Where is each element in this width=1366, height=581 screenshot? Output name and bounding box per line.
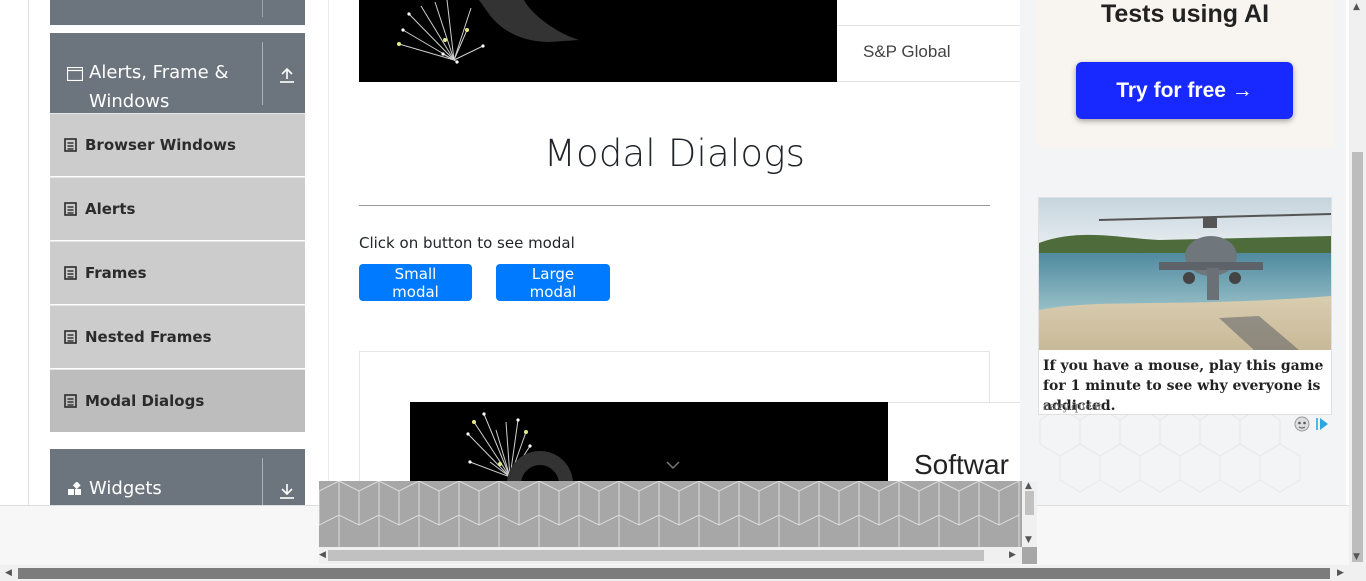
page-horizontal-scrollbar[interactable]: ◀ ▶ (0, 565, 1366, 581)
arrow-up-icon[interactable] (278, 66, 296, 84)
helicopter-photo (1039, 198, 1331, 350)
scrollbar-thumb[interactable] (1352, 152, 1363, 562)
scrollbar-thumb[interactable] (1025, 491, 1034, 515)
scroll-down-arrow-icon[interactable]: ▼ (1025, 535, 1032, 545)
scroll-right-arrow-icon[interactable]: ▶ (1009, 550, 1016, 560)
ad-choices-badges[interactable] (1292, 415, 1332, 433)
small-modal-button[interactable]: Small modal (359, 264, 472, 301)
sidebar-group-widgets[interactable]: Widgets (50, 449, 305, 505)
widgets-icon (68, 482, 81, 495)
sidebar-item-label: Browser Windows (85, 136, 236, 154)
ad-source-domain: navy.quest (1043, 400, 1102, 413)
sidebar-group-title: Alerts, Frame & Windows (89, 62, 229, 112)
list-icon (64, 138, 77, 152)
list-icon (64, 330, 77, 344)
sidebar-item-nested-frames[interactable]: Nested Frames (50, 305, 305, 368)
banner-ad-side[interactable]: S&P Global (837, 0, 1020, 82)
sidebar-divider (328, 0, 329, 505)
ad-photo-helicopter[interactable] (1039, 198, 1331, 350)
sidebar-item-label: Alerts (85, 200, 136, 218)
scroll-right-arrow-icon[interactable]: ▶ (1337, 568, 1344, 578)
scrollbar-thumb[interactable] (328, 550, 984, 561)
ad-promo-card[interactable]: Tests using AI Try for free → (1036, 0, 1334, 148)
list-icon (64, 202, 77, 216)
ad-brand-name: S&P Global (863, 42, 951, 61)
instruction-text: Click on button to see modal (359, 234, 575, 252)
title-divider (359, 205, 990, 206)
ad-headline-text: Softwar (914, 449, 1009, 480)
content-divider-left (28, 0, 29, 505)
chevron-down-icon (666, 461, 680, 470)
scroll-up-arrow-icon[interactable]: ▲ (1025, 481, 1032, 491)
sidebar-item-label: Frames (85, 264, 147, 282)
sparkle-graphic (397, 0, 579, 64)
scroll-up-arrow-icon[interactable]: ▲ (1353, 2, 1360, 12)
try-for-free-button[interactable]: Try for free → (1076, 62, 1293, 119)
sidebar-item-modal-dialogs[interactable]: Modal Dialogs (50, 369, 305, 432)
native-ad-card[interactable]: If you have a mouse, play this game for … (1038, 197, 1332, 415)
scrollbar-thumb[interactable] (18, 568, 1330, 579)
sidebar-group-previous[interactable] (50, 0, 305, 25)
sidebar-item-browser-windows[interactable]: Browser Windows (50, 113, 305, 176)
list-icon (64, 394, 77, 408)
window-icon (67, 67, 83, 81)
ad-horizontal-scrollbar[interactable]: ◀ ▶ (319, 547, 1022, 564)
page-title: Modal Dialogs (543, 132, 806, 175)
sticky-bottom-ad[interactable]: ▲ ▼ ◀ ▶ (319, 481, 1037, 564)
banner-ad-image[interactable] (359, 0, 837, 82)
ad-vertical-scrollbar[interactable]: ▲ ▼ (1022, 481, 1037, 547)
arrow-down-icon[interactable] (278, 482, 296, 500)
adchoices-icon (1294, 416, 1328, 432)
sidebar-group-title: Widgets (89, 478, 162, 499)
page-vertical-scrollbar[interactable]: ▲ ▼ (1349, 0, 1366, 565)
cube-pattern (319, 481, 1020, 547)
scroll-down-arrow-icon[interactable]: ▼ (1353, 552, 1360, 562)
ad-promo-headline: Tests using AI (1100, 0, 1270, 28)
sidebar-item-frames[interactable]: Frames (50, 241, 305, 304)
scroll-left-arrow-icon[interactable]: ◀ (5, 568, 12, 578)
scroll-left-arrow-icon[interactable]: ◀ (319, 550, 326, 560)
sidebar-item-label: Nested Frames (85, 328, 212, 346)
large-modal-button[interactable]: Large modal (496, 264, 610, 301)
list-icon (64, 266, 77, 280)
sidebar-group-alerts-frame-windows[interactable]: Alerts, Frame & Windows (50, 33, 305, 113)
sidebar-item-label: Modal Dialogs (85, 392, 205, 410)
sidebar-item-alerts[interactable]: Alerts (50, 177, 305, 240)
